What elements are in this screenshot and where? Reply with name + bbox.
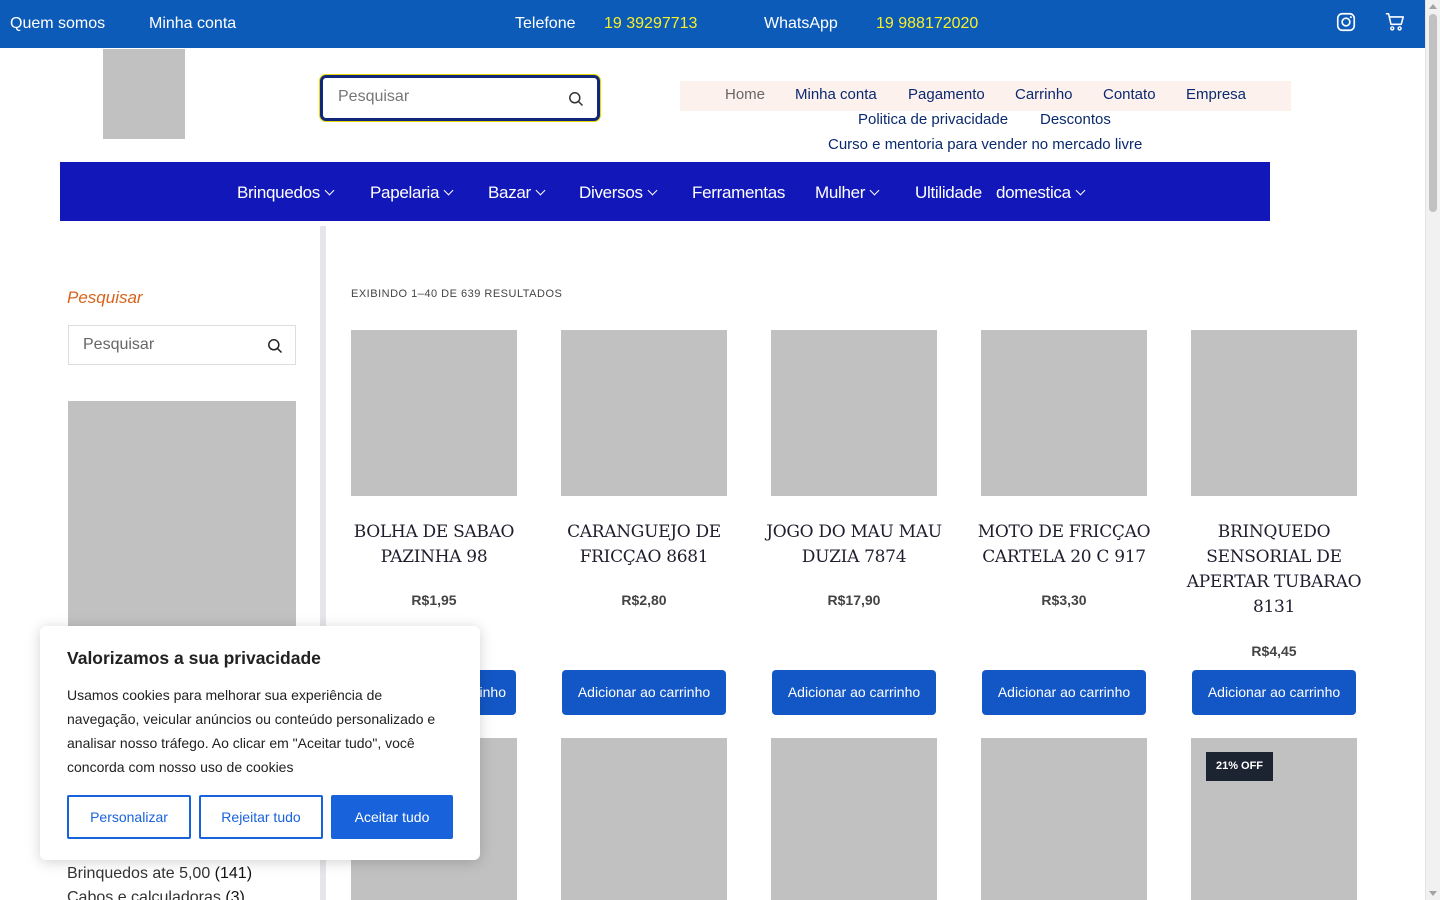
nav-carrinho[interactable]: Carrinho xyxy=(1015,86,1073,103)
add-to-cart-button[interactable]: Adicionar ao carrinho xyxy=(1192,670,1356,715)
cookie-text: Usamos cookies para melhorar sua experiê… xyxy=(67,687,436,775)
whatsapp-number[interactable]: 19 988172020 xyxy=(876,15,978,33)
site-logo[interactable] xyxy=(103,49,185,139)
product-image[interactable] xyxy=(351,330,517,496)
top-bar: Quem somos Minha conta Telefone 19 39297… xyxy=(0,0,1425,48)
menu-label: Bazar xyxy=(488,183,531,202)
product-name[interactable]: MOTO DE FRICÇAO CARTELA 20 C 917 xyxy=(976,520,1152,570)
menu-label: Diversos xyxy=(579,183,643,202)
nav-privacy[interactable]: Politica de privacidade xyxy=(858,111,1008,128)
menu-brinquedos[interactable]: Brinquedos xyxy=(237,183,335,203)
header-nav: Home Minha conta Pagamento Carrinho Cont… xyxy=(680,81,1291,153)
product-name[interactable]: JOGO DO MAU MAU DUZIA 7874 xyxy=(766,520,942,570)
search-icon[interactable] xyxy=(568,91,584,107)
nav-minha-conta[interactable]: Minha conta xyxy=(795,86,877,103)
nav-empresa[interactable]: Empresa xyxy=(1186,86,1246,103)
chevron-down-icon xyxy=(647,185,658,196)
product-image[interactable] xyxy=(561,330,727,496)
menu-label: domestica xyxy=(996,183,1071,202)
chevron-down-icon xyxy=(443,185,454,196)
whatsapp-label: WhatsApp xyxy=(764,15,838,32)
chevron-down-icon xyxy=(869,185,880,196)
product-name[interactable]: BOLHA DE SABAO PAZINHA 98 xyxy=(346,520,522,570)
instagram-icon[interactable] xyxy=(1335,11,1357,33)
search-icon[interactable] xyxy=(267,338,283,354)
nav-home[interactable]: Home xyxy=(725,86,765,103)
category-name: Brinquedos ate 5,00 xyxy=(67,865,211,882)
cookie-title: Valorizamos a sua privacidade xyxy=(67,648,321,668)
main-nav: Brinquedos Papelaria Bazar Diversos Ferr… xyxy=(60,162,1270,221)
product-image[interactable] xyxy=(771,330,937,496)
customize-button[interactable]: Personalizar xyxy=(67,795,191,839)
product-image[interactable] xyxy=(1191,330,1357,496)
phone-number[interactable]: 19 39297713 xyxy=(604,15,697,33)
nav-curso[interactable]: Curso e mentoria para vender no mercado … xyxy=(828,136,1142,153)
product-price: R$4,45 xyxy=(1251,643,1297,659)
menu-ferramentas[interactable]: Ferramentas xyxy=(692,183,785,203)
cookie-consent-banner: Valorizamos a sua privacidade Usamos coo… xyxy=(40,626,480,860)
menu-mulher[interactable]: Mulher xyxy=(815,183,880,203)
scroll-up-arrow-icon[interactable] xyxy=(1429,4,1437,9)
product-image[interactable] xyxy=(981,738,1147,900)
menu-label: Brinquedos xyxy=(237,183,321,202)
phone-label: Telefone xyxy=(515,15,576,32)
product-name[interactable]: CARANGUEJO DE FRICÇAO 8681 xyxy=(556,520,732,570)
menu-bazar[interactable]: Bazar xyxy=(488,183,546,203)
page-scrollbar[interactable] xyxy=(1425,0,1440,900)
product-price: R$17,90 xyxy=(827,592,881,608)
scrollbar-thumb[interactable] xyxy=(1429,14,1437,212)
menu-diversos[interactable]: Diversos xyxy=(579,183,658,203)
product-name[interactable]: BRINQUEDO SENSORIAL DE APERTAR TUBARAO 8… xyxy=(1186,520,1362,620)
sidebar-banner-image[interactable] xyxy=(68,401,296,641)
sidebar-search-input[interactable] xyxy=(83,336,253,354)
menu-ultilidade[interactable]: Ultilidade xyxy=(915,183,982,203)
scroll-down-arrow-icon[interactable] xyxy=(1429,891,1437,896)
category-item[interactable]: Brinquedos ate 5,00 (141) xyxy=(67,865,252,883)
category-name: Cabos e calculadoras xyxy=(67,889,221,900)
add-to-cart-button[interactable]: Adicionar ao carrinho xyxy=(772,670,936,715)
product-image[interactable] xyxy=(981,330,1147,496)
add-to-cart-button[interactable]: Adicionar ao carrinho xyxy=(562,670,726,715)
accept-all-button[interactable]: Aceitar tudo xyxy=(331,795,453,839)
chevron-down-icon xyxy=(324,185,335,196)
header-search-input[interactable] xyxy=(338,88,558,106)
header-search xyxy=(320,75,600,121)
chevron-down-icon xyxy=(535,185,546,196)
nav-contato[interactable]: Contato xyxy=(1103,86,1156,103)
product-image[interactable] xyxy=(771,738,937,900)
product-price: R$2,80 xyxy=(621,592,667,608)
account-link[interactable]: Minha conta xyxy=(149,15,236,33)
product-price: R$1,95 xyxy=(411,592,457,608)
category-count: (3) xyxy=(225,889,245,900)
cart-icon[interactable] xyxy=(1384,11,1406,33)
discount-badge: 21% OFF xyxy=(1206,752,1273,781)
menu-label: Papelaria xyxy=(370,183,440,202)
about-link[interactable]: Quem somos xyxy=(10,15,105,33)
product-price: R$3,30 xyxy=(1041,592,1087,608)
results-count: EXIBINDO 1–40 DE 639 RESULTADOS xyxy=(351,288,563,300)
category-count: (141) xyxy=(214,865,253,882)
nav-descontos[interactable]: Descontos xyxy=(1040,111,1111,128)
menu-label: Mulher xyxy=(815,183,866,202)
product-image[interactable] xyxy=(561,738,727,900)
sidebar-title: Pesquisar xyxy=(67,288,143,307)
add-to-cart-button[interactable]: Adicionar ao carrinho xyxy=(982,670,1146,715)
category-item[interactable]: Cabos e calculadoras (3) xyxy=(67,889,245,900)
menu-papelaria[interactable]: Papelaria xyxy=(370,183,454,203)
nav-pagamento[interactable]: Pagamento xyxy=(908,86,985,103)
reject-all-button[interactable]: Rejeitar tudo xyxy=(199,795,323,839)
menu-domestica[interactable]: domestica xyxy=(996,183,1086,203)
sidebar-search xyxy=(68,325,296,365)
chevron-down-icon xyxy=(1075,185,1086,196)
